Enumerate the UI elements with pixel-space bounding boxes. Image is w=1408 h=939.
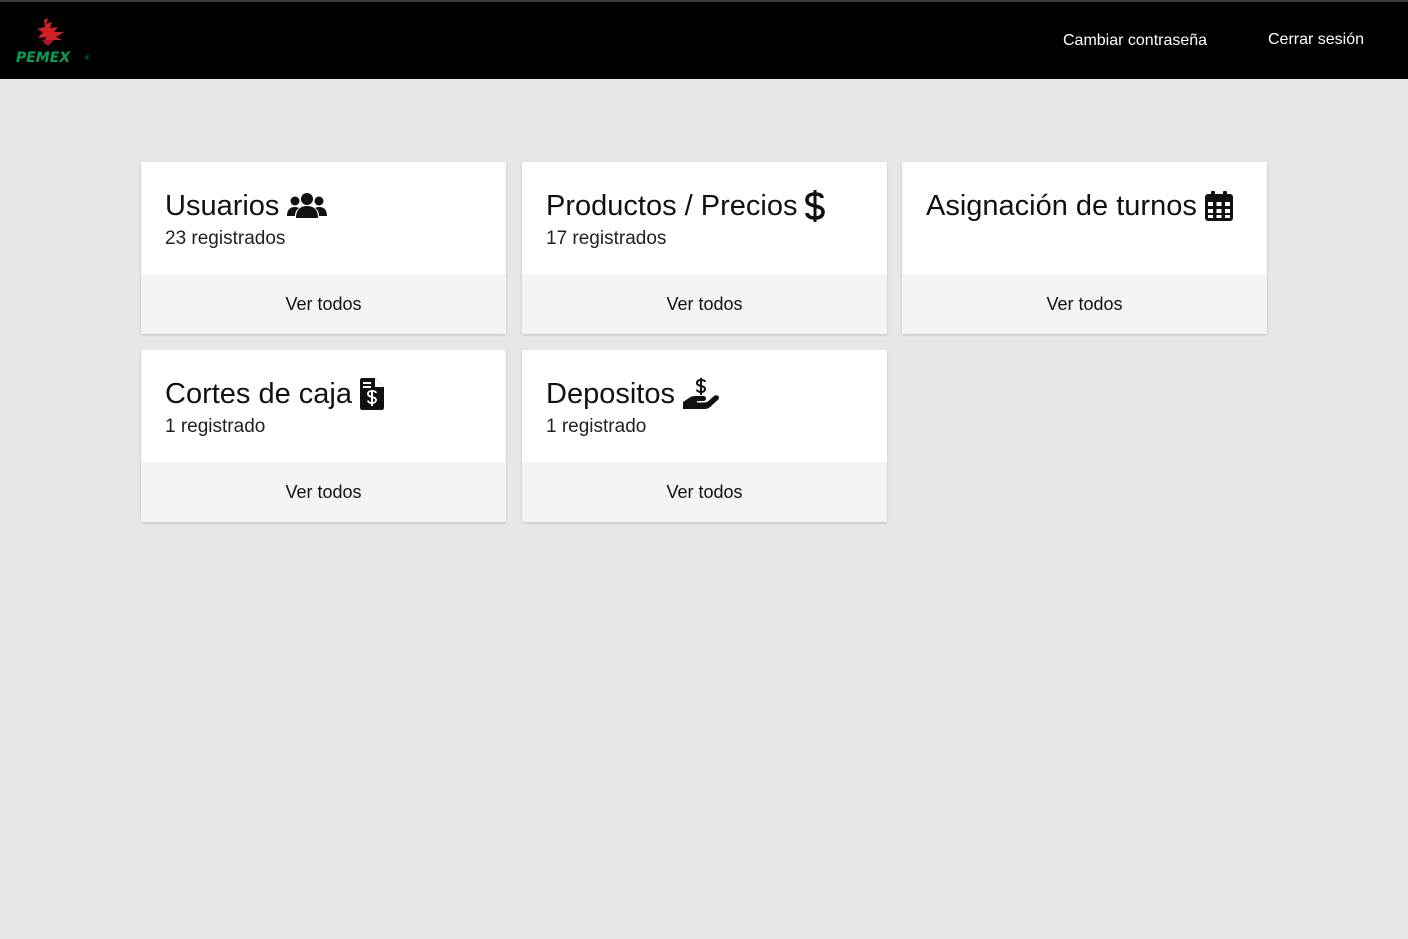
card-count: 23 registrados (165, 228, 286, 249)
pemex-logo[interactable]: PEMEX ® (14, 18, 96, 68)
ver-todos-productos-button[interactable]: Ver todos (522, 274, 887, 334)
card-title: Productos / Precios (546, 190, 798, 222)
ver-todos-turnos-button[interactable]: Ver todos (902, 274, 1267, 334)
card-productos-precios: Productos / Precios 17 registrados Ver t… (522, 162, 887, 334)
invoice-dollar-icon (360, 378, 384, 410)
card-usuarios: Usuarios 23 registrados Ver todos (141, 162, 506, 334)
ver-todos-cortes-button[interactable]: Ver todos (141, 462, 506, 522)
card-count: 1 registrado (546, 416, 647, 437)
users-icon (287, 192, 328, 220)
card-cortes-caja: Cortes de caja 1 registrado Ver todos (141, 350, 506, 522)
card-title: Usuarios (165, 190, 280, 222)
card-count: 1 registrado (165, 416, 266, 437)
hand-holding-dollar-icon (682, 378, 719, 410)
logo-text: PEMEX (16, 50, 71, 66)
logout-link[interactable]: Cerrar sesión (1268, 31, 1364, 49)
ver-todos-usuarios-button[interactable]: Ver todos (141, 274, 506, 334)
card-asignacion-turnos: Asignación de turnos Ver todos (902, 162, 1267, 334)
registered-mark: ® (85, 56, 90, 62)
change-password-link[interactable]: Cambiar contraseña (1063, 32, 1207, 50)
pemex-eagle-icon (37, 18, 64, 46)
dollar-icon (805, 190, 826, 222)
top-navbar: PEMEX ® Cambiar contraseña Cerrar sesión (0, 0, 1408, 79)
card-title: Cortes de caja (165, 378, 352, 410)
card-count: 17 registrados (546, 228, 667, 249)
card-title: Depositos (546, 378, 675, 410)
card-depositos: Depositos 1 registrado Ver todos (522, 350, 887, 522)
calendar-icon (1204, 191, 1233, 221)
card-title: Asignación de turnos (926, 190, 1197, 222)
ver-todos-depositos-button[interactable]: Ver todos (522, 462, 887, 522)
